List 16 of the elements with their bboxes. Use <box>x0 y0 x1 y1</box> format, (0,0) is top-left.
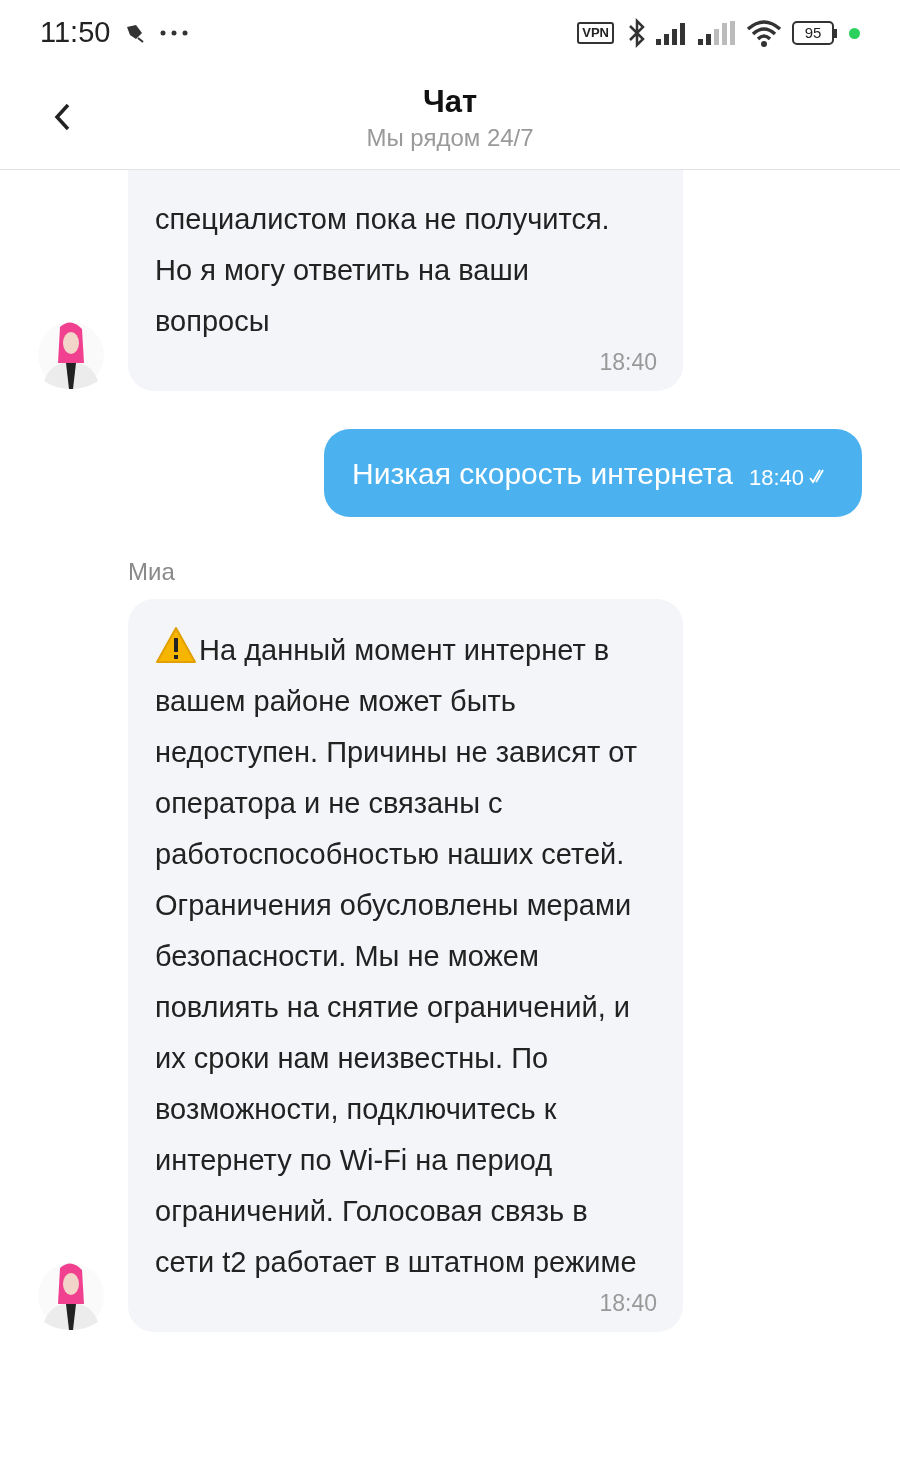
message-text: Низкая скорость интернета <box>352 455 733 492</box>
sender-name: Миа <box>128 557 176 587</box>
message-text: специалистом пока не получится. Но я могу ответить на ваши вопросы <box>155 202 611 339</box>
back-icon[interactable] <box>52 102 72 132</box>
chat-subtitle: Мы рядом 24/7 <box>366 122 534 153</box>
status-time: 11:50 <box>40 15 111 51</box>
vpn-badge: VPN <box>577 22 614 44</box>
wifi-icon <box>746 19 782 47</box>
chat-title: Чат <box>422 82 478 121</box>
more-icon <box>160 30 189 36</box>
message-text: На данный момент интернет в вашем районе может быть недоступен. Причины не зависят от оператора и не связаны с работоспособностью наших сетей. Ограничения обусловлены мерами безопасности. Мы не можем повлиять на снятие ограничений, и их сроки нам неизвестны. По возможности, подключитесь к интернету по Wi-Fi на период ограничений. Голосовая связь в сети t2 работает в штатном режиме <box>155 625 657 1288</box>
message-time: 18:40 <box>748 463 804 492</box>
signal-icon <box>698 21 736 45</box>
message-time: 18:40 <box>599 1289 657 1318</box>
message-time: 18:40 <box>599 348 657 377</box>
battery-level: 95 <box>792 21 834 45</box>
